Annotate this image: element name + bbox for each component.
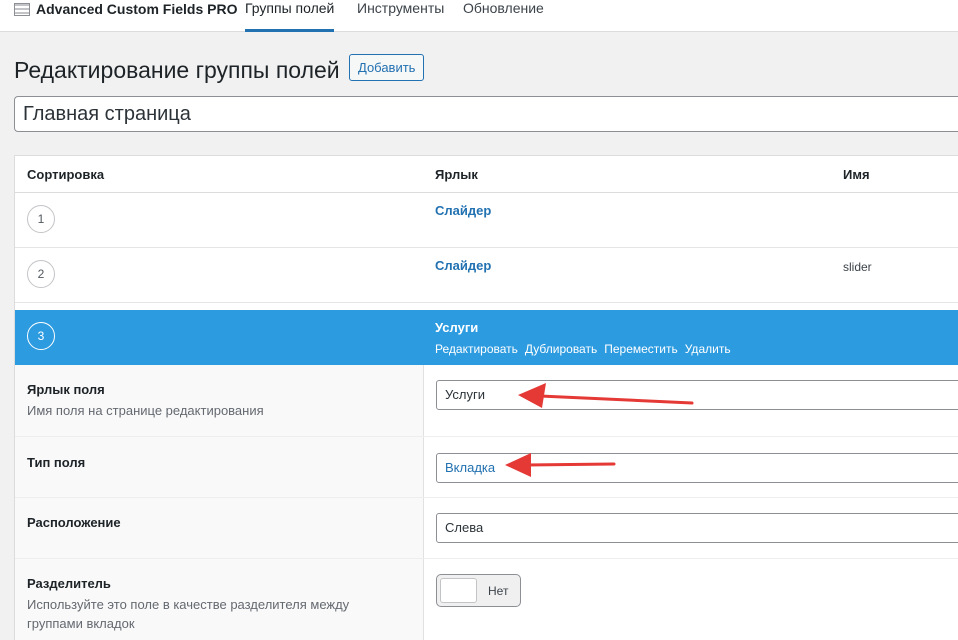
tab-tools[interactable]: Инструменты bbox=[357, 0, 444, 32]
field-order-badge[interactable]: 3 bbox=[27, 322, 55, 350]
move-action[interactable]: Переместить bbox=[604, 342, 678, 356]
setting-label: Разделитель bbox=[27, 576, 111, 591]
setting-hint: Используйте это поле в качестве разделит… bbox=[27, 597, 350, 631]
toggle-state-label: Нет bbox=[488, 584, 509, 598]
add-new-button[interactable]: Добавить bbox=[349, 54, 425, 81]
acf-logo-icon bbox=[14, 2, 30, 16]
column-label: Ярлык bbox=[435, 167, 478, 182]
brand-name: Advanced Custom Fields PRO bbox=[36, 1, 238, 17]
duplicate-action[interactable]: Дублировать bbox=[525, 342, 597, 356]
acf-top-nav: Advanced Custom Fields PRO Группы полей … bbox=[0, 0, 958, 32]
setting-field-label: Ярлык поля Имя поля на странице редактир… bbox=[15, 365, 958, 437]
column-name: Имя bbox=[843, 167, 870, 182]
field-label-link[interactable]: Слайдер bbox=[435, 258, 491, 273]
setting-field-type: Тип поля Вкладка bbox=[15, 437, 958, 498]
edit-action[interactable]: Редактировать bbox=[435, 342, 518, 356]
page-title: Редактирование группы полей bbox=[14, 57, 340, 83]
setting-label: Расположение bbox=[27, 515, 121, 530]
setting-placement: Расположение Слева bbox=[15, 498, 958, 559]
placement-select[interactable]: Слева bbox=[436, 513, 958, 543]
setting-label: Ярлык поля bbox=[27, 382, 105, 397]
setting-hint: Имя поля на странице редактирования bbox=[27, 403, 264, 418]
fields-table-header: Сортировка Ярлык Имя bbox=[15, 156, 958, 193]
field-label-input[interactable]: Услуги bbox=[436, 380, 958, 410]
field-type-select[interactable]: Вкладка bbox=[436, 453, 958, 483]
row-actions: Редактировать Дублировать Переместить Уд… bbox=[435, 342, 731, 356]
field-row[interactable]: 2 Слайдер slider bbox=[15, 248, 958, 303]
setting-endpoint: Разделитель Используйте это поле в качес… bbox=[15, 559, 958, 640]
delete-action[interactable]: Удалить bbox=[685, 342, 731, 356]
brand: Advanced Custom Fields PRO bbox=[14, 0, 237, 18]
group-title-input[interactable]: Главная страница bbox=[14, 96, 958, 132]
field-order-badge[interactable]: 1 bbox=[27, 205, 55, 233]
toggle-knob bbox=[440, 578, 477, 603]
tab-field-groups[interactable]: Группы полей bbox=[245, 0, 335, 32]
field-label-link[interactable]: Слайдер bbox=[435, 203, 491, 218]
field-order-badge[interactable]: 2 bbox=[27, 260, 55, 288]
tab-updates[interactable]: Обновление bbox=[463, 0, 544, 32]
endpoint-toggle[interactable]: Нет bbox=[436, 574, 521, 607]
fields-panel: Сортировка Ярлык Имя 1 Слайдер 2 Слайдер… bbox=[14, 155, 958, 640]
field-row[interactable]: 1 Слайдер bbox=[15, 193, 958, 248]
field-settings: Ярлык поля Имя поля на странице редактир… bbox=[15, 365, 958, 640]
setting-label: Тип поля bbox=[27, 455, 86, 470]
field-row-open[interactable]: 3 Услуги Редактировать Дублировать Перем… bbox=[15, 310, 958, 365]
field-name: slider bbox=[843, 260, 872, 274]
field-label-link[interactable]: Услуги bbox=[435, 320, 478, 335]
column-order: Сортировка bbox=[27, 167, 105, 182]
